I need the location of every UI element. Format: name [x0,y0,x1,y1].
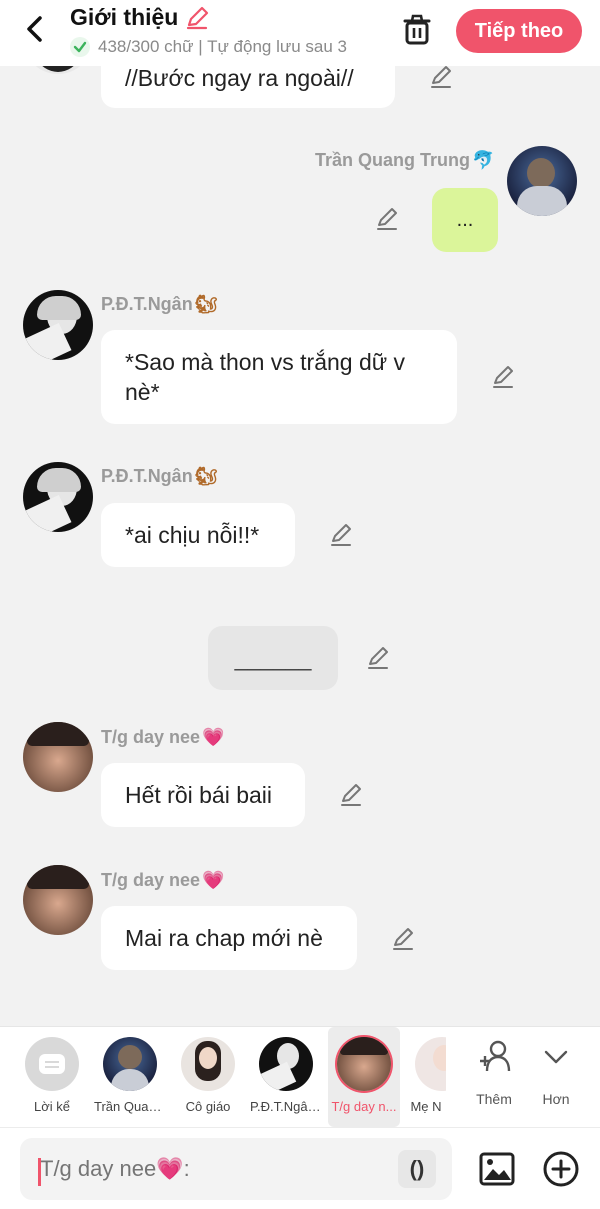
sender-name: T/g day nee 💗 [101,727,225,747]
check-icon [70,37,90,57]
message-bubble[interactable]: Mai ra chap mới nè [101,906,357,970]
pencil-icon[interactable] [338,782,364,808]
message-text: ... [456,208,474,231]
narration-bubble[interactable]: ______ [208,626,338,690]
pencil-icon[interactable] [490,364,516,390]
parenthesis-button[interactable]: () [398,1150,436,1188]
message-bubble[interactable]: *ai chịu nỗi!!* [101,503,295,567]
avatar [181,1037,235,1091]
character-item[interactable]: Trần Quan... [94,1027,166,1127]
add-character-button[interactable]: Thêm [464,1027,524,1127]
character-item[interactable]: Mẹ N [406,1027,446,1127]
dolphin-icon: 🐬 [472,150,495,170]
sender-name: Trần Quang Trung 🐬 [315,150,495,170]
next-button[interactable]: Tiếp theo [456,9,582,53]
sender-name: P.Đ.T.Ngân 🐿 [101,466,218,486]
message-input[interactable] [20,1138,452,1200]
more-label: Hơn [542,1091,570,1107]
character-selector: Lời kể Trần Quan... Cô giáo P.Đ.T.Ngân..… [0,1026,600,1127]
message-text-line: nè* [125,379,160,405]
page-title: Giới thiệu [70,4,179,30]
pencil-icon[interactable] [390,926,416,952]
avatar [415,1037,446,1091]
message-text: //Bước ngay ra ngoài// [125,64,354,91]
page-title-row: Giới thiệu [70,4,210,31]
own-message-bubble[interactable]: ... [432,188,498,252]
avatar[interactable] [23,722,93,792]
narrator-icon [25,1037,79,1091]
save-status: 438/300 chữ | Tự động lưu sau 3 [70,37,375,57]
character-label: T/g day n... [331,1099,397,1114]
character-narrator[interactable]: Lời kể [16,1027,88,1127]
avatar[interactable] [23,865,93,935]
message-text-line: *Sao mà thon vs trắng dữ v [125,349,406,375]
message-text: Hết rồi bái baii [125,781,273,808]
composer: () [0,1127,600,1209]
message-text: ______ [234,644,312,671]
image-icon[interactable] [478,1150,516,1188]
character-label: P.Đ.T.Ngân... [250,1099,322,1114]
avatar[interactable] [507,146,577,216]
pencil-icon[interactable] [328,522,354,548]
character-label: Trần Quan... [94,1099,166,1114]
avatar [103,1037,157,1091]
message-bubble[interactable]: Hết rồi bái baii [101,763,305,827]
message-text: *ai chịu nỗi!!* [125,521,260,548]
pencil-icon[interactable] [365,645,391,671]
chevron-down-icon [544,1050,568,1064]
add-person-icon [480,1040,511,1072]
pencil-icon[interactable] [374,206,400,232]
sender-name: T/g day nee 💗 [101,870,225,890]
message-bubble[interactable]: *Sao mà thon vs trắng dữ v nè* [101,330,457,424]
add-label: Thêm [476,1091,512,1107]
character-item-selected[interactable]: T/g day n... [328,1027,400,1127]
character-label: Cô giáo [185,1099,231,1114]
heart-icon: 💗 [202,727,225,747]
pencil-icon[interactable] [184,5,210,31]
avatar [337,1037,391,1091]
heart-icon: 💗 [202,870,225,890]
pencil-icon[interactable] [428,64,454,90]
text-caret [38,1158,41,1186]
status-text: 438/300 chữ | Tự động lưu sau 3 [98,37,348,56]
character-item[interactable]: Cô giáo [172,1027,244,1127]
more-button[interactable]: Hơn [526,1027,586,1127]
squirrel-icon: 🐿 [194,294,218,314]
sender-name: P.Đ.T.Ngân 🐿 [101,294,218,314]
plus-circle-icon[interactable] [542,1150,580,1188]
character-label: Mẹ N [410,1099,442,1114]
character-label: Lời kể [34,1099,70,1114]
message-text: Mai ra chap mới nè [125,924,323,951]
trash-icon[interactable] [400,12,434,46]
avatar [259,1037,313,1091]
back-chevron-icon[interactable] [18,12,52,46]
avatar[interactable] [23,462,93,532]
squirrel-icon: 🐿 [194,466,218,486]
character-item[interactable]: P.Đ.T.Ngân... [250,1027,322,1127]
avatar[interactable] [23,290,93,360]
top-bar: Giới thiệu 438/300 chữ | Tự động lưu sau… [0,0,600,66]
